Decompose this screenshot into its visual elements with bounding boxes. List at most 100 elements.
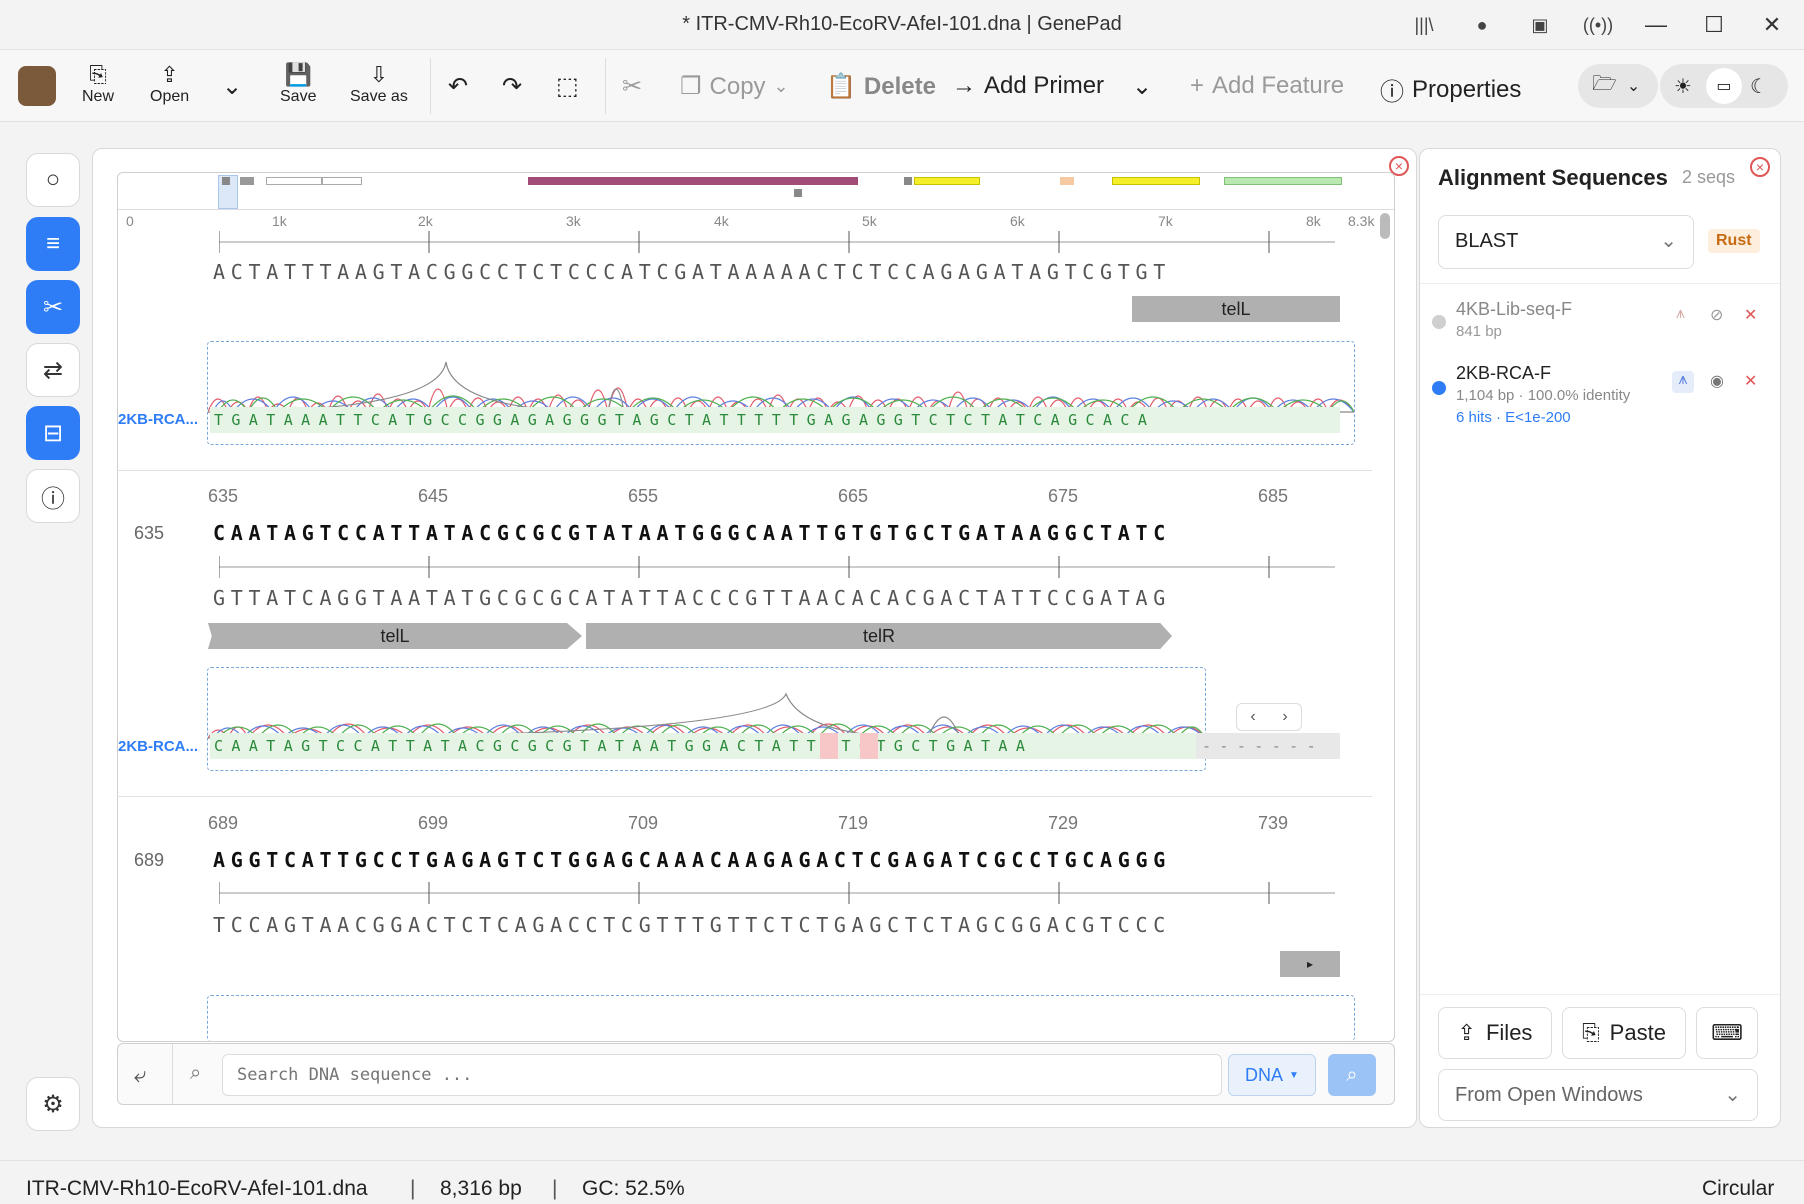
sequence-type-select[interactable]: DNA ▼: [1228, 1054, 1316, 1096]
ai-icon[interactable]: ●: [1460, 6, 1504, 44]
position-label: 635: [208, 486, 239, 506]
broadcast-icon[interactable]: ((•)): [1576, 6, 1620, 44]
settings-button[interactable]: ⚙: [26, 1077, 80, 1131]
source-select[interactable]: From Open Windows ⌄: [1438, 1069, 1758, 1121]
minimize-button[interactable]: —: [1634, 6, 1678, 44]
chevron-left-icon[interactable]: ‹: [1250, 708, 1255, 726]
trace-label[interactable]: 2KB-RCA...: [118, 411, 198, 428]
complement-strand[interactable]: TCCAGTAACGGACTCTCAGACCTCGTTTGTTCTCTGAGCT…: [213, 913, 1171, 937]
complement-strand[interactable]: ACTATTTAAGTACGGCCTCTCCCATCGATAAAAACTCTCC…: [213, 260, 1171, 284]
position-label: 675: [1048, 486, 1079, 506]
row-index: 635: [134, 523, 165, 543]
wrap-text-icon[interactable]: ⤶: [134, 1062, 146, 1088]
circular-view-button[interactable]: ○: [26, 153, 80, 207]
enzymes-button[interactable]: ✂: [26, 280, 80, 334]
paste-icon: ⎘: [1582, 1020, 1600, 1045]
feature-telR[interactable]: telR: [586, 623, 1172, 649]
redo-button[interactable]: ↷: [502, 72, 522, 101]
chromatogram-icon[interactable]: ⩚: [1672, 371, 1694, 393]
chromatogram-icon[interactable]: ⩚: [1676, 305, 1685, 323]
forward-strand[interactable]: AGGTCATTGCCTGAGAGTCTGGAGCAAACAAGAGACTCGA…: [213, 848, 1171, 872]
forward-strand[interactable]: CAATAGTCCATTATACGCGCGTATAATGGGCAATTGTGTG…: [213, 521, 1171, 545]
maximize-button[interactable]: ☐: [1692, 6, 1736, 44]
copy-button[interactable]: ❐ Copy ⌄: [680, 72, 789, 101]
search-icon: ⌕: [1346, 1063, 1358, 1086]
info-button[interactable]: ⓘ: [26, 469, 80, 523]
keyboard-button[interactable]: ⌨: [1696, 1007, 1758, 1059]
library-icon[interactable]: |||\: [1402, 6, 1446, 44]
sequence-name: 4KB-Lib-seq-F: [1456, 299, 1573, 319]
search-button[interactable]: ⌕: [1328, 1054, 1376, 1096]
status-topology[interactable]: Circular: [1702, 1177, 1774, 1201]
alignment-icon: ⊟: [42, 419, 64, 447]
select-all-button[interactable]: ⬚: [556, 72, 579, 101]
minimap-feature: [322, 177, 362, 185]
paste-button[interactable]: ⎘ Paste: [1562, 1007, 1686, 1059]
chromatogram-trace[interactable]: [207, 995, 1355, 1041]
new-button[interactable]: ⎘ New: [82, 62, 114, 106]
briefcase-icon[interactable]: ▣: [1518, 6, 1562, 44]
feature-telL[interactable]: telL: [1132, 296, 1340, 322]
properties-button[interactable]: ⓘ Properties: [1380, 72, 1521, 107]
sequence-view-button[interactable]: ≡: [26, 217, 80, 271]
close-panel-button[interactable]: ×: [1750, 157, 1770, 177]
save-as-button[interactable]: ⇩ Save as: [350, 62, 408, 106]
hits-summary[interactable]: 6 hits · E<1e-200: [1456, 409, 1571, 426]
chevron-down-icon: ⌄: [1626, 78, 1641, 95]
caret-down-icon: ▼: [1289, 1069, 1299, 1081]
delete-button[interactable]: 📋 Delete: [826, 72, 936, 101]
primer-dropdown-button[interactable]: ⌄: [1132, 72, 1152, 101]
undo-button[interactable]: ↶: [448, 72, 468, 101]
minimap-feature: [266, 177, 322, 185]
alignment-button[interactable]: ⊟: [26, 406, 80, 460]
swap-button[interactable]: ⇄: [26, 343, 80, 397]
engine-badge: Rust: [1708, 229, 1760, 253]
position-label: 699: [418, 813, 449, 833]
status-length: 8,316 bp: [440, 1177, 522, 1200]
add-primer-button[interactable]: → Add Primer: [952, 72, 1104, 100]
eye-icon[interactable]: ◉: [1710, 371, 1724, 391]
alignment-engine-select[interactable]: BLAST ⌄: [1438, 215, 1694, 269]
position-label: 685: [1258, 486, 1289, 506]
chevron-right-icon[interactable]: ›: [1282, 708, 1287, 726]
minimap-feature: [914, 177, 980, 185]
trace-label[interactable]: 2KB-RCA...: [118, 738, 198, 755]
search-input[interactable]: [222, 1054, 1222, 1096]
scrollbar-thumb[interactable]: [1380, 213, 1390, 239]
files-button[interactable]: ⇪ Files: [1438, 1007, 1552, 1059]
sequence-minimap[interactable]: 0 1k 2k 3k 4k 5k 6k 7k 8k 8.3k: [118, 173, 1394, 231]
feature-telL[interactable]: telL: [208, 623, 582, 649]
save-button[interactable]: 💾 Save: [280, 62, 316, 106]
open-button[interactable]: ⇪ Open: [150, 62, 189, 106]
swap-icon: ⇄: [42, 356, 64, 384]
select-all-icon: ⬚: [556, 73, 579, 100]
ruler-tick: 8.3k: [1348, 213, 1375, 229]
row-index: 689: [134, 850, 165, 870]
sun-icon[interactable]: ☀: [1674, 74, 1692, 99]
remove-icon[interactable]: ✕: [1744, 305, 1757, 325]
ruler-tick: 2k: [418, 213, 433, 229]
remove-icon[interactable]: ✕: [1744, 371, 1757, 391]
add-feature-button[interactable]: + Add Feature: [1190, 72, 1344, 100]
eye-off-icon[interactable]: ⊘: [1710, 305, 1723, 325]
clipboard-icon: 📋: [826, 73, 856, 100]
row-divider: [117, 796, 1372, 797]
feature-arrow[interactable]: ▸: [1280, 951, 1340, 977]
chevron-down-icon: ⌄: [773, 76, 789, 96]
row-divider: [117, 470, 1372, 471]
monitor-icon[interactable]: ▭: [1705, 68, 1742, 104]
folder-menu-button[interactable]: 🗁 ⌄: [1578, 64, 1658, 108]
cut-button[interactable]: ✂: [622, 72, 642, 101]
minimap-feature: [904, 177, 912, 185]
info-icon: ⓘ: [1380, 79, 1404, 106]
position-ruler: [219, 231, 1335, 253]
app-logo: [18, 66, 56, 106]
panel-title: Alignment Sequences: [1438, 165, 1668, 190]
open-dropdown-button[interactable]: ⌄: [222, 72, 242, 101]
close-window-button[interactable]: ✕: [1750, 6, 1794, 44]
mismatch-highlight: [860, 733, 878, 759]
complement-strand[interactable]: GTTATCAGGTAATATGCGCGCATATTACCCGTTAACACAC…: [213, 586, 1171, 610]
moon-icon[interactable]: ☾: [1750, 74, 1768, 99]
play-icon: ▸: [1306, 957, 1314, 971]
arrow-right-icon: →: [952, 72, 976, 99]
